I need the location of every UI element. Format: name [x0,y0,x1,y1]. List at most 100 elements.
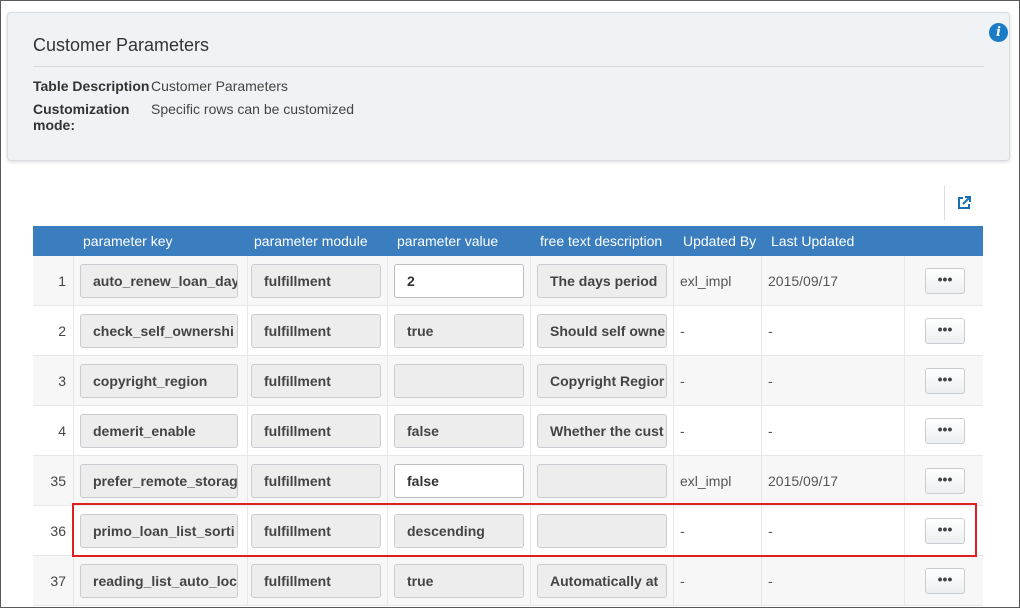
row-number: 4 [58,423,66,439]
parameter-value-field: true [394,564,524,598]
cell-divider [247,456,248,506]
cell-divider [761,406,762,456]
cell-divider [904,306,905,356]
cell-divider [387,406,388,456]
row-number: 35 [50,473,66,489]
cell-divider [904,406,905,456]
parameter-key-field: demerit_enable [80,414,238,448]
parameter-key-field: check_self_ownershi [80,314,238,348]
cell-divider [673,356,674,406]
free-text-description-field [537,464,667,498]
parameter-key-field: auto_renew_loan_day [80,264,238,298]
cell-divider [247,256,248,306]
updated-by-value: - [680,573,685,589]
cell-divider [530,256,531,306]
last-updated-value: - [768,323,773,339]
last-updated-value: - [768,573,773,589]
cell-divider [904,556,905,606]
table-header: parameter key parameter module parameter… [33,226,983,256]
updated-by-value: exl_impl [680,273,732,289]
info-icon[interactable]: i [989,23,1008,42]
parameter-value-field: false [394,414,524,448]
highlighted-row-outline [72,503,977,557]
cell-divider [761,556,762,606]
table-description-value: Customer Parameters [151,78,288,94]
parameter-module-field: fulfillment [251,414,381,448]
updated-by-value: exl_impl [680,473,732,489]
table-row: 2 check_self_ownershi fulfillment true S… [33,306,983,356]
title-divider [33,66,984,67]
parameter-module-field: fulfillment [251,364,381,398]
cell-divider [530,556,531,606]
cell-divider [247,306,248,356]
parameter-value-field [394,364,524,398]
cell-divider [530,356,531,406]
cell-divider [673,556,674,606]
column-header-updated-by[interactable]: Updated By [683,226,756,256]
parameter-value-field[interactable]: false [394,464,524,498]
row-actions-button[interactable]: ••• [925,318,965,344]
row-actions-button[interactable]: ••• [925,268,965,294]
table-row: 3 copyright_region fulfillment Copyright… [33,356,983,406]
cell-divider [73,306,74,356]
customization-mode-label: Customization mode: [33,101,130,133]
column-header-parameter-value[interactable]: parameter value [397,226,498,256]
cell-divider [904,256,905,306]
cell-divider [761,306,762,356]
parameter-key-field: prefer_remote_storag [80,464,238,498]
row-number: 36 [50,523,66,539]
last-updated-value: 2015/09/17 [768,273,839,289]
parameter-module-field: fulfillment [251,314,381,348]
free-text-description-field: The days period [537,264,667,298]
table-info-panel: Customer Parameters i Table Description … [7,12,1010,161]
cell-divider [73,406,74,456]
table-row: 37 reading_list_auto_loc fulfillment tru… [33,556,983,606]
parameter-value-field[interactable]: 2 [394,264,524,298]
cell-divider [673,256,674,306]
parameter-module-field: fulfillment [251,564,381,598]
parameter-module-field: fulfillment [251,464,381,498]
cell-divider [247,356,248,406]
table-description-label: Table Description [33,78,150,94]
parameter-key-field: reading_list_auto_loc [80,564,238,598]
cell-divider [247,406,248,456]
toolbar-divider [944,186,945,220]
row-actions-button[interactable]: ••• [925,468,965,494]
updated-by-value: - [680,373,685,389]
free-text-description-field: Whether the cust [537,414,667,448]
cell-divider [387,556,388,606]
last-updated-value: - [768,423,773,439]
table-row: 4 demerit_enable fulfillment false Wheth… [33,406,983,456]
page-title: Customer Parameters [33,35,210,55]
column-header-parameter-key[interactable]: parameter key [83,226,172,256]
free-text-description-field: Copyright Regior [537,364,667,398]
row-actions-button[interactable]: ••• [925,418,965,444]
row-number: 2 [58,323,66,339]
cell-divider [673,306,674,356]
cell-divider [904,356,905,406]
cell-divider [247,556,248,606]
external-link-icon[interactable] [956,195,972,211]
parameter-value-field: true [394,314,524,348]
cell-divider [530,306,531,356]
last-updated-value: - [768,373,773,389]
column-header-parameter-module[interactable]: parameter module [254,226,368,256]
column-header-free-text-description[interactable]: free text description [540,226,662,256]
cell-divider [73,456,74,506]
cell-divider [387,256,388,306]
table-row: 35 prefer_remote_storag fulfillment fals… [33,456,983,506]
cell-divider [761,256,762,306]
row-actions-button[interactable]: ••• [925,368,965,394]
last-updated-value: 2015/09/17 [768,473,839,489]
row-actions-button[interactable]: ••• [925,568,965,594]
column-header-last-updated[interactable]: Last Updated [771,226,854,256]
customization-mode-value: Specific rows can be customized [151,101,355,117]
cell-divider [73,356,74,406]
cell-divider [673,406,674,456]
table-row: 1 auto_renew_loan_day fulfillment 2 The … [33,256,983,306]
updated-by-value: - [680,323,685,339]
row-number: 1 [58,273,66,289]
cell-divider [530,456,531,506]
free-text-description-field: Automatically at [537,564,667,598]
cell-divider [673,456,674,506]
